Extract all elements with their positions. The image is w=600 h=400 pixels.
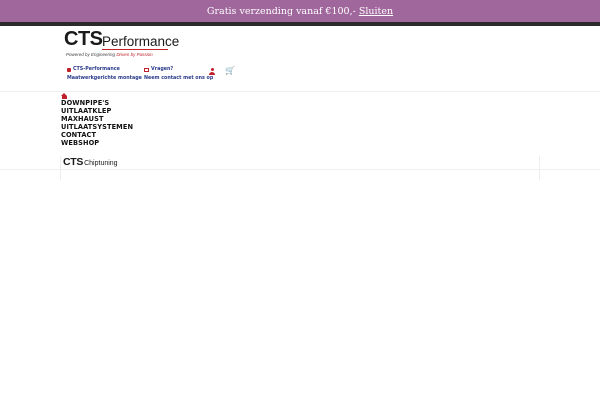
info-contact-subtitle: Neem contact met ons op (144, 76, 214, 81)
chiptuning-brand: CTS (63, 156, 84, 168)
user-icon[interactable] (208, 68, 216, 76)
header-strip (0, 22, 600, 26)
logo-underline (102, 49, 168, 50)
logo-tagline: Powered by Engineering Driven by Passion (66, 52, 153, 57)
info-montage-title: CTS-Performance (73, 67, 120, 72)
car-icon (67, 67, 71, 72)
logo-tagline-b: Driven by Passion (116, 52, 153, 57)
content-border-left (60, 156, 61, 180)
promo-close-link[interactable]: Sluiten (359, 6, 393, 17)
nav-item-webshop[interactable]: WEBSHOP (61, 139, 133, 148)
logo-name: Performance (102, 34, 180, 49)
mail-icon (144, 67, 149, 72)
info-contact-title: Vragen? (151, 67, 174, 72)
main-nav: DOWNPIPE'S UITLAATKLEP MAXHAUST UITLAATS… (61, 99, 133, 148)
site-logo[interactable]: CTS Performance Powered by Engineering D… (64, 28, 180, 59)
promo-text: Gratis verzending vanaf €100,- (206, 5, 356, 17)
logo-tagline-a: Powered by Engineering (66, 52, 116, 57)
info-montage-subtitle: Maatwerkgerichte montage (67, 76, 142, 81)
info-montage[interactable]: CTS-Performance Maatwerkgerichte montage (67, 65, 142, 83)
content-border-right (539, 156, 540, 180)
content-divider (0, 169, 600, 170)
info-contact[interactable]: Vragen? Neem contact met ons op (144, 65, 213, 83)
promo-bar: Gratis verzending vanaf €100,- Sluiten (0, 0, 600, 22)
chiptuning-name: Chiptuning (84, 160, 118, 167)
header-divider (0, 91, 600, 92)
chiptuning-logo[interactable]: CTSChiptuning (63, 150, 118, 169)
cart-icon[interactable]: 🛒 (225, 67, 235, 75)
logo-brand: CTS (64, 28, 103, 50)
